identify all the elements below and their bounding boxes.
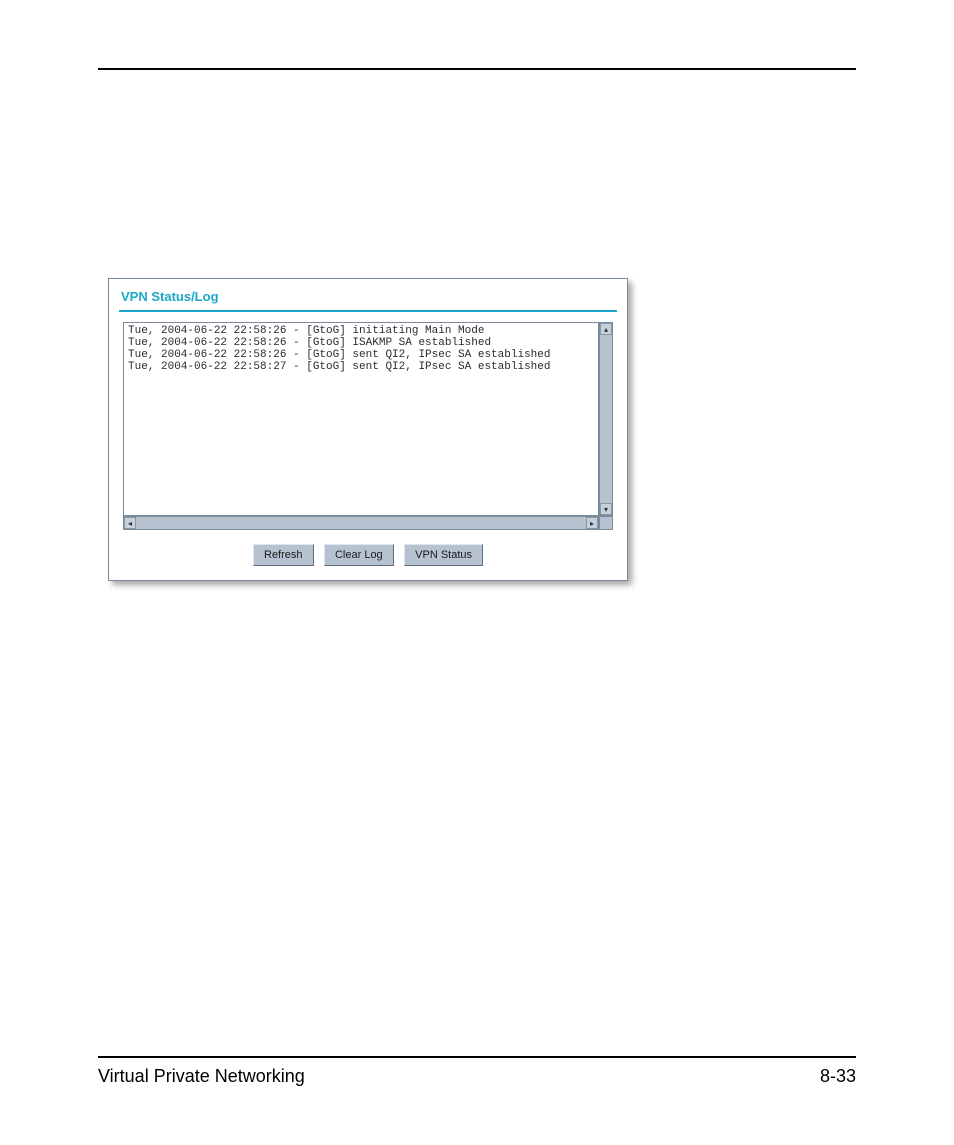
- footer-right: 8-33: [820, 1066, 856, 1087]
- scroll-left-icon[interactable]: ◂: [124, 517, 136, 529]
- vpn-status-button[interactable]: VPN Status: [404, 544, 483, 566]
- log-area: Tue, 2004-06-22 22:58:26 - [GtoG] initia…: [123, 322, 613, 530]
- scroll-down-icon[interactable]: ▾: [600, 503, 612, 515]
- horizontal-scrollbar[interactable]: ◂ ▸: [123, 516, 599, 530]
- page-footer: Virtual Private Networking 8-33: [98, 1056, 856, 1087]
- button-row: Refresh Clear Log VPN Status: [119, 544, 617, 566]
- panel-divider: [119, 310, 617, 312]
- scroll-up-icon[interactable]: ▴: [600, 323, 612, 335]
- footer-left: Virtual Private Networking: [98, 1066, 305, 1087]
- scroll-corner: [599, 516, 613, 530]
- panel-title: VPN Status/Log: [119, 287, 617, 310]
- log-textarea[interactable]: Tue, 2004-06-22 22:58:26 - [GtoG] initia…: [123, 322, 599, 516]
- top-rule: [98, 68, 856, 70]
- vpn-status-log-panel: VPN Status/Log Tue, 2004-06-22 22:58:26 …: [108, 278, 628, 581]
- vertical-scrollbar[interactable]: ▴ ▾: [599, 322, 613, 516]
- scroll-right-icon[interactable]: ▸: [586, 517, 598, 529]
- clear-log-button[interactable]: Clear Log: [324, 544, 394, 566]
- refresh-button[interactable]: Refresh: [253, 544, 314, 566]
